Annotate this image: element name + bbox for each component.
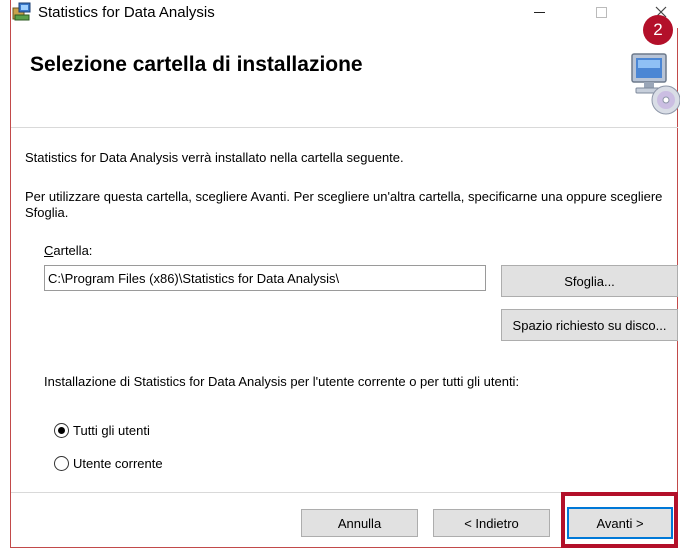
install-scope-text: Installazione di Statistics for Data Ana… [44,374,520,389]
instructions-text: Per utilizzare questa cartella, sceglier… [25,189,663,220]
header-divider [11,127,678,128]
title-bar: Statistics for Data Analysis [11,0,678,28]
cancel-button[interactable]: Annulla [301,509,418,537]
page-title: Selezione cartella di installazione [30,53,363,76]
next-button[interactable]: Avanti > [567,507,673,539]
footer-divider [11,492,678,493]
minimize-button[interactable] [519,0,559,24]
folder-label-accelerator: C [44,243,54,258]
folder-label: Cartella: [44,243,92,259]
radio-unselected-icon[interactable] [54,456,69,471]
installer-app-icon [12,2,32,22]
radio-current-user-label: Utente corrente [73,456,163,471]
intro-text: Statistics for Data Analysis verrà insta… [25,150,404,165]
step-badge: 2 [643,15,673,45]
radio-current-user[interactable]: Utente corrente [54,456,163,471]
browse-button[interactable]: Sfoglia... [501,265,678,297]
minimize-icon [533,11,545,13]
maximize-button[interactable] [581,0,621,24]
folder-path-input[interactable] [44,265,486,291]
radio-all-users[interactable]: Tutti gli utenti [54,423,150,438]
maximize-icon [595,6,607,18]
back-button[interactable]: < Indietro [433,509,550,537]
window-title: Statistics for Data Analysis [38,4,215,21]
radio-selected-icon[interactable] [54,423,69,438]
computer-disc-icon [628,46,680,116]
folder-label-text: artella: [53,243,93,258]
radio-all-users-label: Tutti gli utenti [73,423,150,438]
disk-space-button[interactable]: Spazio richiesto su disco... [501,309,678,341]
